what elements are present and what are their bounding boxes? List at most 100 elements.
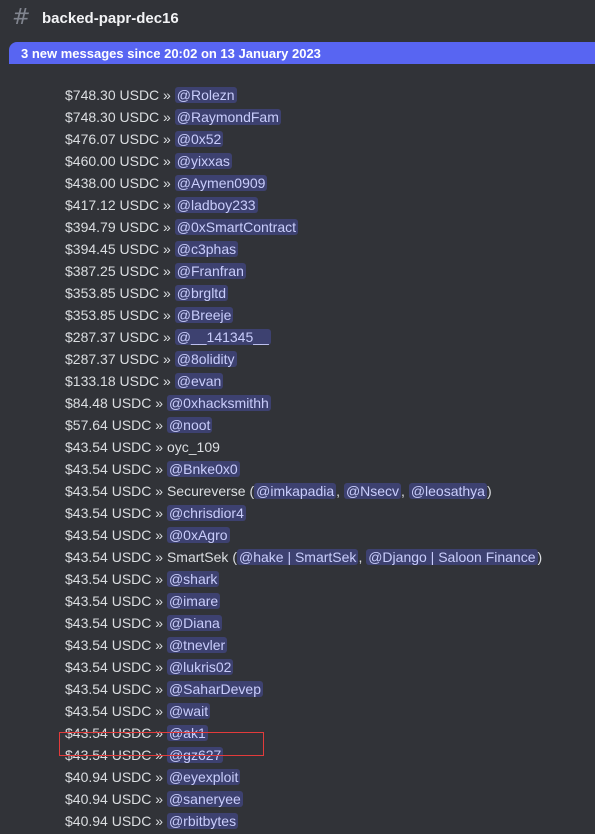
user-mention[interactable]: @shark — [166, 571, 220, 587]
list-item: $40.94 USDC » @eyexploit — [65, 766, 241, 788]
user-mention[interactable]: @c3phas — [174, 241, 239, 257]
separator: » — [151, 725, 167, 741]
separator: » — [151, 659, 167, 675]
paren: ) — [537, 549, 543, 565]
user-mention[interactable]: @Diana — [166, 615, 222, 631]
payout-amount: $43.54 USDC — [65, 527, 152, 543]
separator: » — [159, 285, 175, 301]
user-mention[interactable]: @tnevler — [166, 637, 228, 653]
user-mention[interactable]: @Django | Saloon Finance — [366, 549, 538, 565]
user-mention[interactable]: @evan — [174, 373, 224, 389]
list-item: $43.54 USDC » @SaharDevep — [65, 678, 264, 700]
separator: » — [151, 637, 167, 653]
separator: » — [159, 197, 175, 213]
user-mention[interactable]: @imare — [166, 593, 221, 609]
separator: » — [151, 505, 167, 521]
user-mention[interactable]: @imkapadia — [254, 483, 337, 499]
user-mention[interactable]: @eyexploit — [166, 769, 241, 785]
payout-amount: $748.30 USDC — [65, 109, 160, 125]
list-item: $43.54 USDC » @imare — [65, 590, 221, 612]
separator: » — [151, 417, 167, 433]
user-mention[interactable]: @saneryee — [166, 791, 243, 807]
payout-amount: $43.54 USDC — [65, 637, 152, 653]
user-mention[interactable]: @rbitbytes — [166, 813, 239, 829]
payout-amount: $460.00 USDC — [65, 153, 160, 169]
user-mention[interactable]: @Bnke0x0 — [166, 461, 240, 477]
user-mention[interactable]: @gz627 — [166, 747, 224, 763]
user-mention[interactable]: @0xhacksmithh — [166, 395, 271, 411]
list-item: $84.48 USDC » @0xhacksmithh — [65, 392, 271, 414]
payout-amount: $40.94 USDC — [65, 813, 152, 829]
separator: » — [151, 395, 167, 411]
payout-amount: $43.54 USDC — [65, 439, 152, 455]
list-item: $43.54 USDC » @ak1 — [65, 722, 208, 744]
user-mention[interactable]: @8olidity — [174, 351, 237, 367]
separator: » — [151, 681, 167, 697]
user-mention[interactable]: @0xSmartContract — [174, 219, 298, 235]
list-item: $43.54 USDC » Secureverse (@imkapadia, @… — [65, 480, 492, 502]
user-mention[interactable]: @0xAgro — [166, 527, 230, 543]
separator: » — [159, 351, 175, 367]
user-mention[interactable]: @chrisdior4 — [166, 505, 246, 521]
payout-amount: $57.64 USDC — [65, 417, 152, 433]
separator: » — [151, 549, 167, 565]
user-mention[interactable]: @Rolezn — [174, 87, 237, 103]
separator: » — [159, 87, 175, 103]
payout-amount: $476.07 USDC — [65, 131, 160, 147]
list-item: $40.94 USDC » @rbitbytes — [65, 810, 239, 832]
separator: » — [151, 769, 167, 785]
payout-amount: $43.54 USDC — [65, 681, 152, 697]
list-item: $43.54 USDC » oyc_109 — [65, 436, 220, 458]
payout-amount: $417.12 USDC — [65, 197, 160, 213]
separator: » — [159, 263, 175, 279]
team-name: Secureverse ( — [166, 483, 255, 499]
list-item: $748.30 USDC » @Rolezn — [65, 84, 237, 106]
list-item: $43.54 USDC » @gz627 — [65, 744, 224, 766]
list-item: $387.25 USDC » @Franfran — [65, 260, 246, 282]
list-item: $287.37 USDC » @8olidity — [65, 348, 237, 370]
user-mention[interactable]: @ak1 — [166, 725, 208, 741]
list-item: $417.12 USDC » @ladboy233 — [65, 194, 258, 216]
user-mention[interactable]: @lukris02 — [166, 659, 234, 675]
payout-amount: $353.85 USDC — [65, 285, 160, 301]
list-item: $43.54 USDC » @Bnke0x0 — [65, 458, 240, 480]
new-messages-banner[interactable]: 3 new messages since 20:02 on 13 January… — [9, 42, 595, 64]
list-item: $57.64 USDC » @noot — [65, 414, 213, 436]
comma: , — [336, 483, 344, 499]
list-item: $353.85 USDC » @Breeje — [65, 304, 234, 326]
user-mention[interactable]: @__141345__ — [174, 329, 271, 345]
list-item: $748.30 USDC » @RaymondFam — [65, 106, 281, 128]
user-mention[interactable]: @hake | SmartSek — [236, 549, 359, 565]
list-item: $460.00 USDC » @yixxas — [65, 150, 232, 172]
user-mention[interactable]: @Nsecv — [343, 483, 402, 499]
payout-amount: $287.37 USDC — [65, 329, 160, 345]
username-text: oyc_109 — [166, 439, 220, 455]
user-mention[interactable]: @brgltd — [174, 285, 228, 301]
user-mention[interactable]: @SaharDevep — [166, 681, 264, 697]
list-item: $394.79 USDC » @0xSmartContract — [65, 216, 298, 238]
list-item: $438.00 USDC » @Aymen0909 — [65, 172, 268, 194]
user-mention[interactable]: @ladboy233 — [174, 197, 258, 213]
separator: » — [159, 307, 175, 323]
user-mention[interactable]: @noot — [166, 417, 213, 433]
user-mention[interactable]: @Breeje — [174, 307, 234, 323]
list-item: $43.54 USDC » @0xAgro — [65, 524, 230, 546]
user-mention[interactable]: @0x52 — [174, 131, 224, 147]
separator: » — [159, 175, 175, 191]
user-mention[interactable]: @yixxas — [174, 153, 232, 169]
user-mention[interactable]: @leosathya — [408, 483, 487, 499]
payout-amount: $43.54 USDC — [65, 461, 152, 477]
user-mention[interactable]: @RaymondFam — [174, 109, 281, 125]
channel-name[interactable]: backed-papr-dec16 — [42, 10, 179, 27]
separator: » — [159, 219, 175, 235]
list-item: $43.54 USDC » @lukris02 — [65, 656, 234, 678]
user-mention[interactable]: @Aymen0909 — [174, 175, 268, 191]
user-mention[interactable]: @Franfran — [174, 263, 246, 279]
user-mention[interactable]: @wait — [166, 703, 211, 719]
payout-amount: $394.45 USDC — [65, 241, 160, 257]
paren: ) — [486, 483, 492, 499]
comma: , — [401, 483, 409, 499]
payout-amount: $43.54 USDC — [65, 571, 152, 587]
team-name: SmartSek ( — [166, 549, 237, 565]
separator: » — [159, 153, 175, 169]
